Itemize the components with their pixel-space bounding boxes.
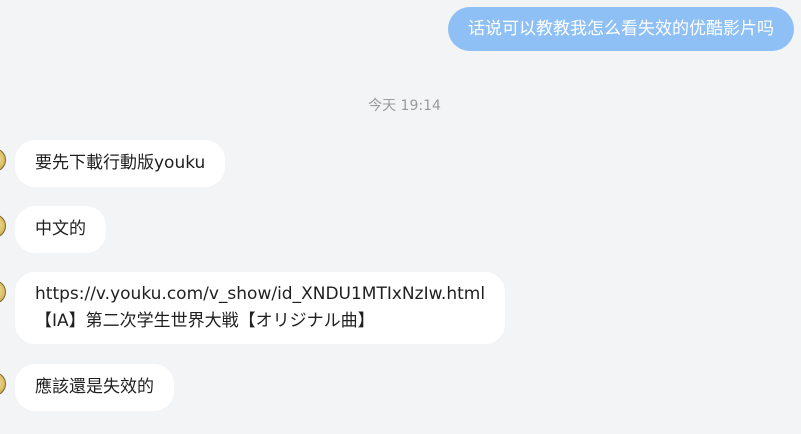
avatar-icon[interactable] [0, 372, 6, 396]
avatar-icon[interactable] [0, 148, 6, 172]
message-timestamp: 今天 19:14 [368, 98, 441, 114]
incoming-message-bubble[interactable]: https://v.youku.com/v_show/id_XNDU1MTIxN… [15, 272, 506, 344]
avatar-icon[interactable] [0, 214, 6, 238]
message-text: 【IA】第二次学生世界大戦【オリジナル曲】 [35, 311, 375, 331]
incoming-message-bubble[interactable]: 中文的 [15, 206, 106, 253]
avatar-icon[interactable] [0, 280, 6, 304]
message-link[interactable]: https://v.youku.com/v_show/id_XNDU1MTIxN… [35, 281, 485, 308]
chat-view: 话说可以教教我怎么看失效的优酷影片吗 今天 19:14 要先下載行動版youku… [0, 0, 801, 434]
incoming-message-bubble[interactable]: 應該還是失效的 [15, 364, 174, 411]
incoming-message-bubble[interactable]: 要先下載行動版youku [15, 140, 226, 187]
outgoing-message-bubble[interactable]: 话说可以教教我怎么看失效的优酷影片吗 [448, 7, 794, 51]
